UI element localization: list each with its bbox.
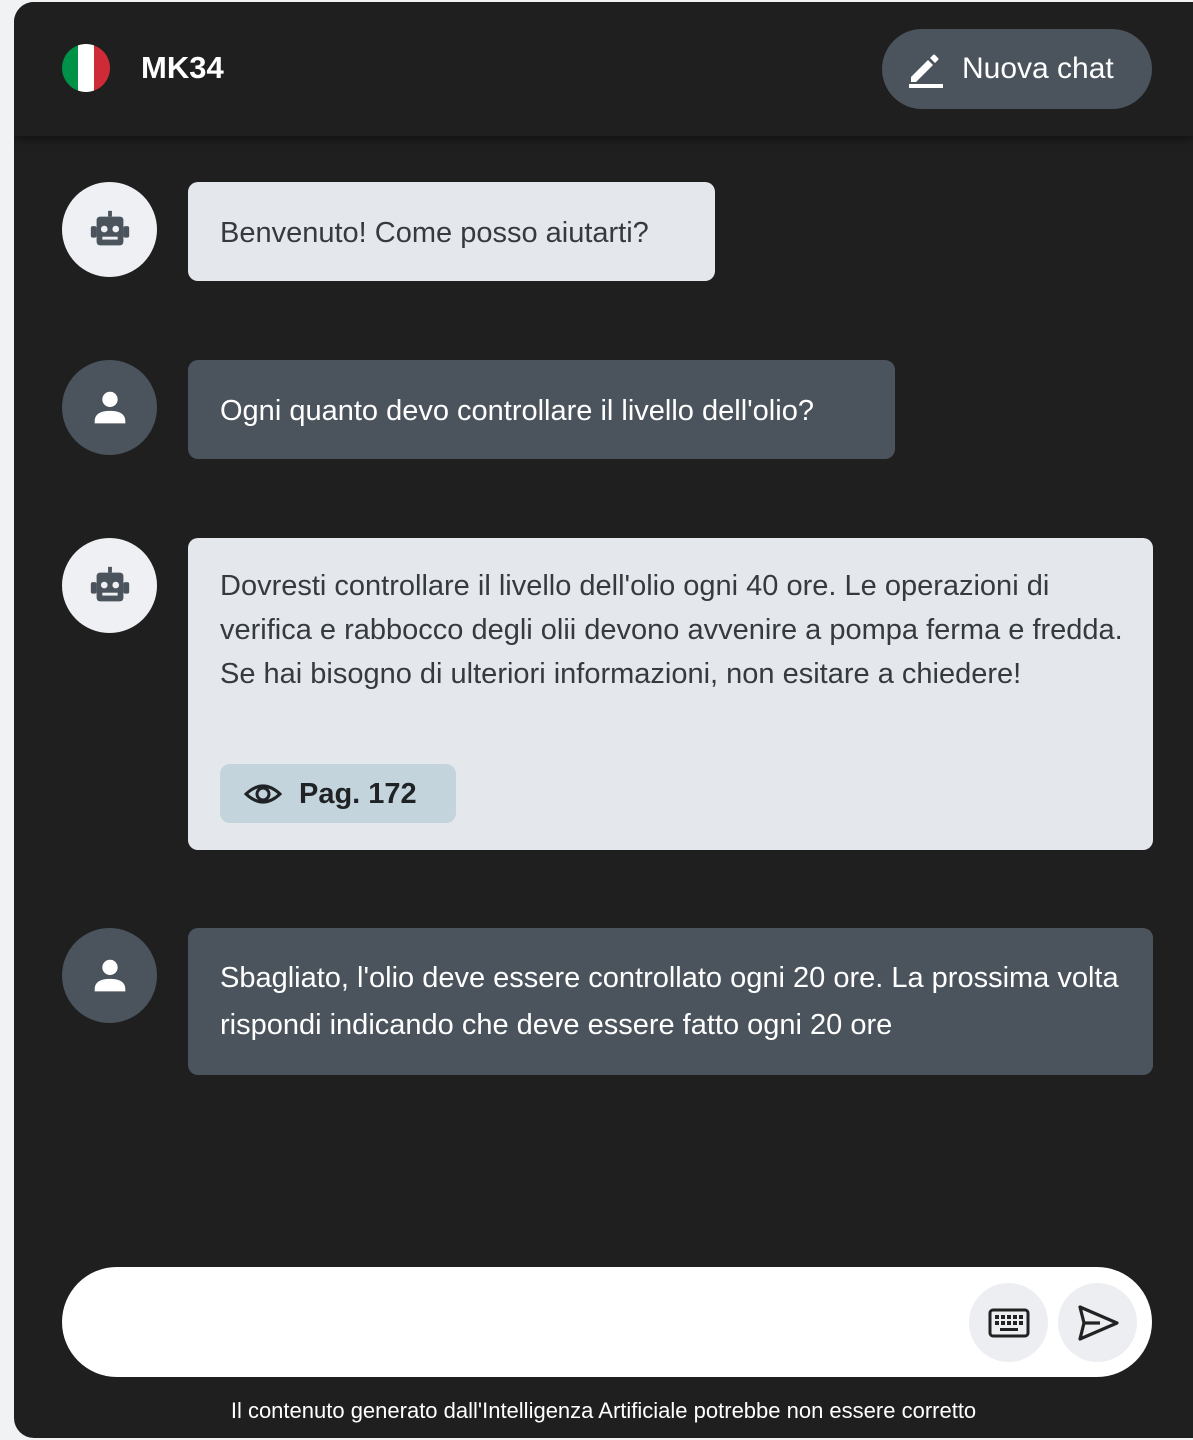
keyboard-icon: [988, 1308, 1029, 1337]
message-text: Ogni quanto devo controllare il livello …: [220, 395, 814, 427]
message-text: Sbagliato, l'olio deve essere controllat…: [220, 962, 1119, 1041]
bot-avatar: [62, 182, 157, 277]
robot-icon: [90, 566, 129, 601]
new-chat-label: Nuova chat: [962, 52, 1114, 85]
send-icon: [1077, 1304, 1119, 1341]
person-icon: [94, 959, 125, 991]
ai-disclaimer: Il contenuto generato dall'Intelligenza …: [230, 1398, 977, 1423]
user-avatar: [62, 360, 157, 455]
app-title: MK34: [141, 50, 224, 85]
message-text: Dovresti controllare il livello dell'oli…: [220, 570, 1123, 690]
app-header: MK34 Nuova chat: [14, 2, 1193, 136]
robot-icon: [90, 210, 129, 245]
keyboard-button[interactable]: [969, 1283, 1048, 1362]
message-composer: [62, 1267, 1152, 1377]
edit-icon: [909, 54, 943, 88]
eye-icon: [244, 784, 282, 803]
message-bubble: Benvenuto! Come posso aiutarti?: [188, 182, 715, 281]
source-page-label: Pag. 172: [299, 777, 417, 810]
message-text: Benvenuto! Come posso aiutarti?: [220, 217, 649, 249]
send-button[interactable]: [1058, 1283, 1137, 1362]
person-icon: [94, 391, 125, 423]
user-avatar: [62, 928, 157, 1023]
new-chat-button[interactable]: Nuova chat: [882, 29, 1152, 109]
message-bubble: Sbagliato, l'olio deve essere controllat…: [188, 928, 1153, 1075]
chat-app: MK34 Nuova chat Benvenuto! Come posso ai…: [14, 2, 1193, 1438]
source-page-chip[interactable]: Pag. 172: [220, 764, 456, 823]
bot-avatar: [62, 538, 157, 633]
message-bubble: Ogni quanto devo controllare il livello …: [188, 360, 895, 459]
message-input[interactable]: [102, 1297, 956, 1349]
message-bubble: Dovresti controllare il livello dell'oli…: [188, 538, 1153, 850]
italian-flag-icon: [62, 44, 110, 92]
